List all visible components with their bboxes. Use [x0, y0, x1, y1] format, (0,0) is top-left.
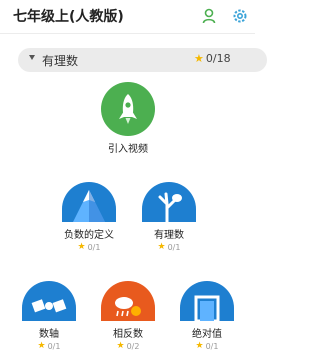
- lesson-negative-definition[interactable]: 负数的定义 ★ 0/1: [44, 182, 134, 252]
- lesson-label: 有理数: [154, 230, 184, 241]
- star-icon: ★: [195, 341, 204, 351]
- lesson-opposite-numbers[interactable]: 相反数 ★ 0/2: [83, 281, 173, 351]
- satellite-icon: [31, 299, 67, 313]
- lesson-rational-numbers[interactable]: 有理数 ★ 0/1: [124, 182, 214, 252]
- section-progress-value: 0/18: [205, 52, 231, 65]
- star-icon: ★: [77, 242, 86, 252]
- lesson-progress: ★ 0/1: [162, 341, 252, 352]
- lesson-progress: ★ 0/1: [124, 242, 214, 253]
- tree-icon: [158, 192, 182, 222]
- lesson-progress-value: 0/1: [87, 243, 101, 252]
- star-icon: ★: [157, 242, 166, 252]
- lesson-progress-value: 0/1: [205, 342, 219, 351]
- user-icon: [202, 8, 216, 24]
- lesson-circle[interactable]: [22, 281, 76, 321]
- star-icon: ★: [194, 52, 204, 65]
- lesson-label: 相反数: [113, 329, 143, 340]
- lesson-progress: ★ 0/1: [44, 242, 134, 253]
- rocket-icon: [119, 94, 137, 124]
- lesson-intro-video[interactable]: 引入视频: [83, 82, 173, 155]
- section-title: 有理数: [42, 54, 79, 68]
- lesson-progress-value: 0/1: [167, 243, 181, 252]
- lesson-progress-value: 0/1: [47, 342, 61, 351]
- lesson-progress-value: 0/2: [126, 342, 140, 351]
- lesson-label: 引入视频: [108, 144, 148, 155]
- user-button[interactable]: [200, 7, 218, 25]
- page-title: 七年级上(人教版): [13, 9, 124, 25]
- section-progress: ★ 0/18: [194, 52, 231, 65]
- security-gate-icon: [194, 295, 220, 321]
- section-header[interactable]: 有理数 ★ 0/18: [18, 48, 267, 72]
- app-header: 七年级上(人教版): [0, 0, 255, 34]
- lesson-number-line[interactable]: 数轴 ★ 0/1: [4, 281, 94, 351]
- lesson-absolute-value[interactable]: 绝对值 ★ 0/1: [162, 281, 252, 351]
- lesson-circle[interactable]: [142, 182, 196, 222]
- collapse-arrow-icon[interactable]: [29, 55, 35, 60]
- star-icon: ★: [37, 341, 46, 351]
- lesson-label: 数轴: [39, 329, 59, 340]
- lesson-circle[interactable]: [101, 82, 155, 136]
- lesson-circle[interactable]: [101, 281, 155, 321]
- weather-icon: [115, 297, 141, 317]
- mountain-icon: [73, 190, 105, 222]
- lesson-progress: ★ 0/1: [4, 341, 94, 352]
- lesson-circle[interactable]: [62, 182, 116, 222]
- lesson-progress: ★ 0/2: [83, 341, 173, 352]
- gear-icon: [233, 9, 247, 23]
- lesson-circle[interactable]: [180, 281, 234, 321]
- star-icon: ★: [116, 341, 125, 351]
- lesson-label: 负数的定义: [64, 230, 114, 241]
- lesson-label: 绝对值: [192, 329, 222, 340]
- settings-button[interactable]: [231, 7, 249, 25]
